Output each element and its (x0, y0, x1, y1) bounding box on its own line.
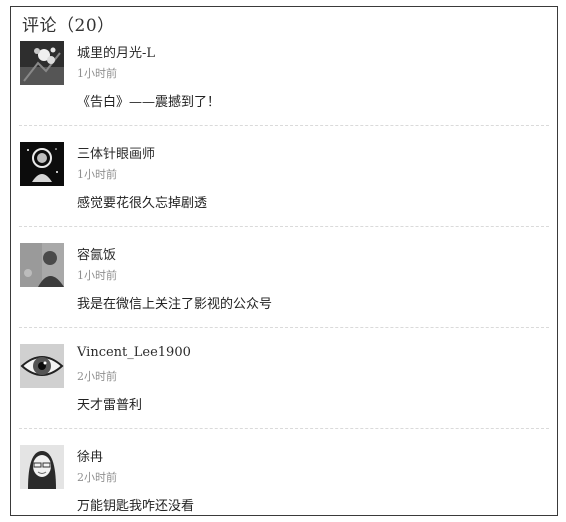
comment-item: 徐冉 2小时前 万能钥匙我咋还没看 (11, 445, 557, 515)
comment-item: Vincent_Lee1900 2小时前 天才雷普利 (11, 344, 557, 445)
comment-username[interactable]: 三体针眼画师 (77, 143, 155, 162)
comment-username[interactable]: 徐冉 (77, 446, 103, 465)
comment-divider (19, 226, 549, 227)
comment-divider (19, 125, 549, 126)
blossom-avatar-icon[interactable] (20, 41, 64, 85)
comment-timestamp: 2小时前 (77, 471, 117, 484)
astronaut-avatar-icon[interactable] (20, 142, 64, 186)
comments-panel: 评论（20） 城里的月光-L 1小时前 《告白》——震撼到了！ 三体针眼画师 1… (10, 6, 558, 516)
comment-timestamp: 1小时前 (77, 67, 117, 80)
comment-item: 城里的月光-L 1小时前 《告白》——震撼到了！ (11, 41, 557, 142)
comment-text: 感觉要花很久忘掉剧透 (77, 196, 208, 211)
comment-username[interactable]: 容氤饭 (77, 244, 116, 263)
comment-username[interactable]: Vincent_Lee1900 (77, 345, 191, 360)
comments-title: 评论（20） (22, 16, 115, 36)
comment-text: 我是在微信上关注了影视的公众号 (77, 297, 273, 312)
comment-item: 三体针眼画师 1小时前 感觉要花很久忘掉剧透 (11, 142, 557, 243)
comment-item: 容氤饭 1小时前 我是在微信上关注了影视的公众号 (11, 243, 557, 344)
comment-text: 万能钥匙我咋还没看 (77, 499, 195, 514)
comment-timestamp: 1小时前 (77, 168, 117, 181)
eye-avatar-icon[interactable] (20, 344, 64, 388)
comment-divider (19, 327, 549, 328)
comment-username[interactable]: 城里的月光-L (77, 42, 155, 61)
comment-text: 天才雷普利 (77, 398, 143, 413)
comment-text: 《告白》——震撼到了！ (77, 95, 221, 110)
comment-divider (19, 428, 549, 429)
comment-timestamp: 2小时前 (77, 370, 117, 383)
girl-avatar-icon[interactable] (20, 445, 64, 489)
comment-timestamp: 1小时前 (77, 269, 117, 282)
portrait-avatar-icon[interactable] (20, 243, 64, 287)
